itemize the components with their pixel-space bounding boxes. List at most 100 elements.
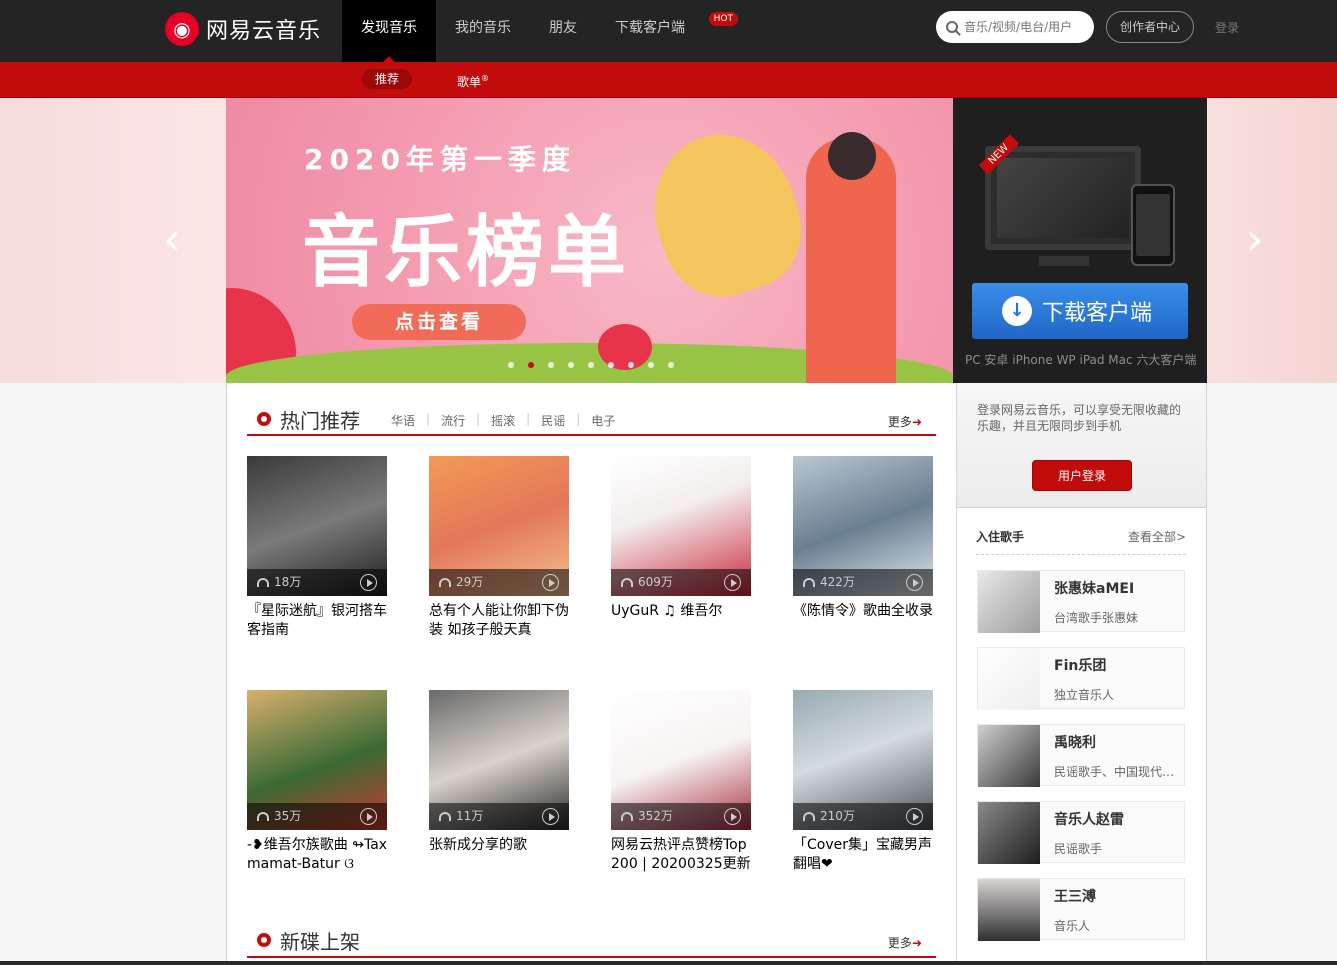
headphones-icon bbox=[257, 812, 269, 821]
subnav-playlist[interactable]: 歌单® bbox=[444, 69, 502, 89]
banner-dot[interactable] bbox=[568, 362, 574, 368]
banner-slide[interactable]: 2020年第一季度 音乐榜单 点击查看 bbox=[226, 98, 953, 383]
singer-item[interactable]: 禹晓利 民谣歌手、中国现代歌... bbox=[977, 724, 1185, 787]
singer-avatar[interactable] bbox=[978, 802, 1040, 864]
singer-description: 民谣歌手 bbox=[1054, 842, 1103, 856]
login-link[interactable]: 登录 bbox=[1215, 19, 1239, 36]
playlist-cover[interactable]: 35万 bbox=[247, 690, 387, 830]
banner-dot[interactable] bbox=[628, 362, 634, 368]
cover-info-bar: 29万 bbox=[429, 569, 569, 596]
playlist-title[interactable]: 总有个人能让你卸下伪装 如孩子般天真 bbox=[429, 602, 571, 640]
singer-item[interactable]: Fin乐团 独立音乐人 bbox=[977, 647, 1185, 710]
tag-item[interactable]: 电子 bbox=[580, 412, 626, 429]
sidebar: 登录网易云音乐，可以享受无限收藏的乐趣，并且无限同步到手机 用户登录 入住歌手 … bbox=[956, 383, 1207, 965]
sidebar-login-box: 登录网易云音乐，可以享受无限收藏的乐趣，并且无限同步到手机 用户登录 bbox=[957, 383, 1206, 508]
playlist-cover[interactable]: 352万 bbox=[611, 690, 751, 830]
singers-header: 入住歌手 查看全部> bbox=[976, 526, 1186, 555]
cover-info-bar: 352万 bbox=[611, 803, 751, 830]
hot-section-header: 热门推荐 华语 | 流行 | 摇滚 | 民谣 | 电子 更多➜ bbox=[247, 403, 936, 436]
user-login-button[interactable]: 用户登录 bbox=[1032, 460, 1132, 491]
banner-dot[interactable] bbox=[548, 362, 554, 368]
banner-view-button[interactable]: 点击查看 bbox=[352, 304, 526, 340]
singer-item[interactable]: 音乐人赵雷 民谣歌手 bbox=[977, 801, 1185, 864]
subnav-recommend[interactable]: 推荐 bbox=[362, 69, 413, 89]
play-icon[interactable] bbox=[360, 574, 377, 591]
hot-badge: HOT bbox=[708, 12, 738, 26]
banner-dot[interactable] bbox=[608, 362, 614, 368]
tag-item[interactable]: 华语 bbox=[380, 412, 426, 429]
play-icon[interactable] bbox=[542, 574, 559, 591]
singer-name[interactable]: 张惠妹aMEI bbox=[1054, 578, 1134, 598]
banner-prev-arrow[interactable]: ‹ bbox=[163, 218, 181, 262]
play-icon[interactable] bbox=[906, 808, 923, 825]
play-icon[interactable] bbox=[906, 574, 923, 591]
search-box[interactable] bbox=[936, 11, 1094, 43]
creator-center-button[interactable]: 创作者中心 bbox=[1106, 11, 1194, 43]
play-icon[interactable] bbox=[724, 808, 741, 825]
nav-download[interactable]: 下载客户端 HOT bbox=[596, 0, 738, 62]
banner-next-arrow[interactable]: › bbox=[1246, 218, 1264, 262]
tag-item[interactable]: 流行 bbox=[430, 412, 476, 429]
subnav-playlist-label: 歌单 bbox=[457, 75, 482, 89]
cover-info-bar: 609万 bbox=[611, 569, 751, 596]
playlist-cover[interactable]: 422万 bbox=[793, 456, 933, 596]
headphones-icon bbox=[621, 578, 633, 587]
logo-text: 网易云音乐 bbox=[206, 19, 322, 44]
playlist-title[interactable]: 张新成分享的歌 bbox=[429, 836, 571, 855]
singer-avatar[interactable] bbox=[978, 725, 1040, 787]
headphones-icon bbox=[257, 578, 269, 587]
playlist-title[interactable]: 『星际迷航』银河搭车客指南 bbox=[247, 602, 389, 640]
singer-avatar[interactable] bbox=[978, 879, 1040, 941]
banner-dot[interactable] bbox=[508, 362, 514, 368]
search-input[interactable] bbox=[964, 20, 1084, 34]
playlist-title[interactable]: 「Cover集」宝藏男声翻唱❤ bbox=[793, 836, 935, 874]
playlist-title[interactable]: -❥维吾尔族歌曲 ↬Taxmamat-Batur ଓ bbox=[247, 836, 389, 874]
singer-item[interactable]: 王三溥 音乐人 bbox=[977, 878, 1185, 941]
top-bar: ◉ 网易云音乐 发现音乐 我的音乐 朋友 下载客户端 HOT 创作者中心 登录 bbox=[0, 0, 1337, 62]
singer-item[interactable]: 张惠妹aMEI 台湾歌手张惠妹 bbox=[977, 570, 1185, 633]
play-icon[interactable] bbox=[724, 574, 741, 591]
singers-view-all-link[interactable]: 查看全部> bbox=[1128, 528, 1186, 545]
more-label: 更多 bbox=[887, 415, 912, 429]
nav-discover[interactable]: 发现音乐 bbox=[342, 0, 436, 62]
logo-icon: ◉ bbox=[165, 12, 199, 46]
play-icon[interactable] bbox=[542, 808, 559, 825]
cover-info-bar: 35万 bbox=[247, 803, 387, 830]
section-circle-icon bbox=[257, 412, 271, 426]
hot-section-title[interactable]: 热门推荐 bbox=[280, 405, 360, 434]
singer-avatar[interactable] bbox=[978, 571, 1040, 633]
search-icon bbox=[946, 21, 958, 33]
singer-name[interactable]: 音乐人赵雷 bbox=[1054, 809, 1124, 829]
playlist-cover[interactable]: 18万 bbox=[247, 456, 387, 596]
hot-more-link[interactable]: 更多➜ bbox=[888, 413, 922, 430]
tag-item[interactable]: 摇滚 bbox=[480, 412, 526, 429]
login-prompt-text: 登录网易云音乐，可以享受无限收藏的乐趣，并且无限同步到手机 bbox=[977, 403, 1182, 433]
download-client-button[interactable]: ↓ 下载客户端 bbox=[972, 283, 1188, 339]
playlist-cover[interactable]: 11万 bbox=[429, 690, 569, 830]
nav-my-music[interactable]: 我的音乐 bbox=[436, 0, 530, 62]
playlist-cover[interactable]: 609万 bbox=[611, 456, 751, 596]
new-albums-more-link[interactable]: 更多➜ bbox=[888, 934, 922, 951]
banner-dot[interactable] bbox=[588, 362, 594, 368]
play-icon[interactable] bbox=[360, 808, 377, 825]
singer-name[interactable]: 禹晓利 bbox=[1054, 732, 1096, 752]
banner-dot[interactable] bbox=[528, 362, 534, 368]
banner-dot[interactable] bbox=[648, 362, 654, 368]
new-albums-title[interactable]: 新碟上架 bbox=[280, 926, 360, 955]
tag-item[interactable]: 民谣 bbox=[530, 412, 576, 429]
singer-name[interactable]: Fin乐团 bbox=[1054, 655, 1106, 675]
playlist-title[interactable]: UyGuR ♫ 维吾尔 bbox=[611, 602, 753, 621]
nav-friends[interactable]: 朋友 bbox=[530, 0, 596, 62]
play-count: 18万 bbox=[274, 575, 302, 589]
playlist-cover[interactable]: 210万 bbox=[793, 690, 933, 830]
banner-dot[interactable] bbox=[668, 362, 674, 368]
playlist-cover[interactable]: 29万 bbox=[429, 456, 569, 596]
headphones-icon bbox=[439, 812, 451, 821]
playlist-title[interactable]: 《陈情令》歌曲全收录 bbox=[793, 602, 935, 621]
cover-info-bar: 11万 bbox=[429, 803, 569, 830]
playlist-title[interactable]: 网易云热评点赞榜Top200 | 20200325更新 bbox=[611, 836, 753, 874]
logo[interactable]: ◉ 网易云音乐 bbox=[165, 12, 321, 46]
singer-avatar[interactable] bbox=[978, 648, 1040, 710]
headphones-icon bbox=[803, 812, 815, 821]
singer-name[interactable]: 王三溥 bbox=[1054, 886, 1096, 906]
